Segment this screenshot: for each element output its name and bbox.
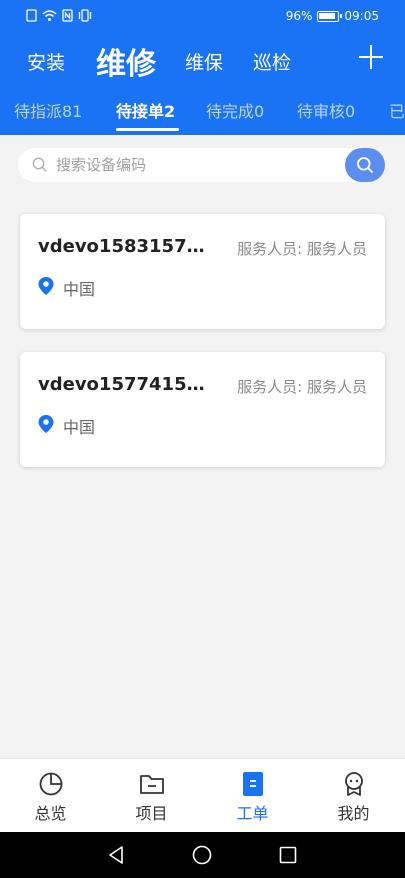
main-tabs: 安装 维修 维保 巡检 <box>0 38 405 84</box>
sim-icon <box>26 9 37 22</box>
nfc-icon <box>62 9 73 22</box>
bottom-navigation: 总览 项目 工单 我的 <box>0 758 405 832</box>
nav-label: 我的 <box>337 804 370 823</box>
battery-icon <box>317 10 343 22</box>
nav-overview[interactable]: 总览 <box>0 759 101 833</box>
nav-label: 总览 <box>34 804 67 823</box>
search-button-icon <box>357 157 373 173</box>
profile-icon <box>345 772 363 796</box>
status-icons <box>26 9 92 22</box>
pie-chart-icon <box>39 772 63 796</box>
tab-completed[interactable]: 已 <box>389 98 405 122</box>
search-button[interactable] <box>345 148 385 182</box>
work-order-icon <box>243 772 263 796</box>
nav-label: 项目 <box>135 804 168 823</box>
service-staff: 服务人员: 服务人员 <box>237 240 367 258</box>
tab-inspection[interactable]: 巡检 <box>253 38 291 84</box>
clock: 09:05 <box>344 9 379 23</box>
home-icon[interactable] <box>192 845 212 865</box>
work-order-card[interactable]: vdevo15831571... 服务人员: 服务人员 中国 <box>20 214 385 329</box>
back-icon[interactable] <box>107 845 125 865</box>
nav-profile[interactable]: 我的 <box>303 759 404 833</box>
battery-percent: 96% <box>285 9 313 23</box>
location-text: 中国 <box>63 418 96 437</box>
active-tab-indicator <box>116 128 179 131</box>
service-staff: 服务人员: 服务人员 <box>237 378 367 396</box>
folder-icon <box>140 775 164 794</box>
device-code: vdevo15774151... <box>38 374 210 395</box>
tab-repair[interactable]: 维修 <box>96 38 156 84</box>
status-bar: 96% 09:05 <box>0 0 405 34</box>
tab-install[interactable]: 安装 <box>27 38 65 84</box>
location-pin-icon <box>38 277 54 295</box>
system-navigation-bar <box>0 832 405 878</box>
status-right: 96% 09:05 <box>286 9 379 23</box>
location-text: 中国 <box>63 280 96 299</box>
search-input[interactable] <box>56 148 336 182</box>
tab-pending-complete[interactable]: 待完成0 <box>206 98 264 122</box>
tab-pending-accept[interactable]: 待接单2 <box>116 98 175 122</box>
search-bar[interactable] <box>18 148 385 182</box>
tab-maintenance[interactable]: 维保 <box>185 38 223 84</box>
work-order-card[interactable]: vdevo15774151... 服务人员: 服务人员 中国 <box>20 352 385 467</box>
device-code: vdevo15831571... <box>38 236 210 257</box>
nav-label: 工单 <box>236 804 269 823</box>
status-tabs: 待指派81 待接单2 待完成0 待审核0 已 <box>0 92 405 132</box>
wifi-icon <box>42 10 57 21</box>
app-header: 96% 09:05 安装 维修 维保 巡检 待指派81 待接单2 待完成0 待审… <box>0 0 405 135</box>
nav-projects[interactable]: 项目 <box>101 759 202 833</box>
location-pin-icon <box>38 415 54 433</box>
nav-work-orders[interactable]: 工单 <box>202 759 303 833</box>
recent-apps-icon[interactable] <box>279 845 297 865</box>
vibrate-icon <box>78 9 92 22</box>
search-icon <box>32 157 47 172</box>
add-button[interactable] <box>359 45 383 69</box>
tab-pending-assign[interactable]: 待指派81 <box>14 98 82 122</box>
tab-pending-review[interactable]: 待审核0 <box>297 98 355 122</box>
